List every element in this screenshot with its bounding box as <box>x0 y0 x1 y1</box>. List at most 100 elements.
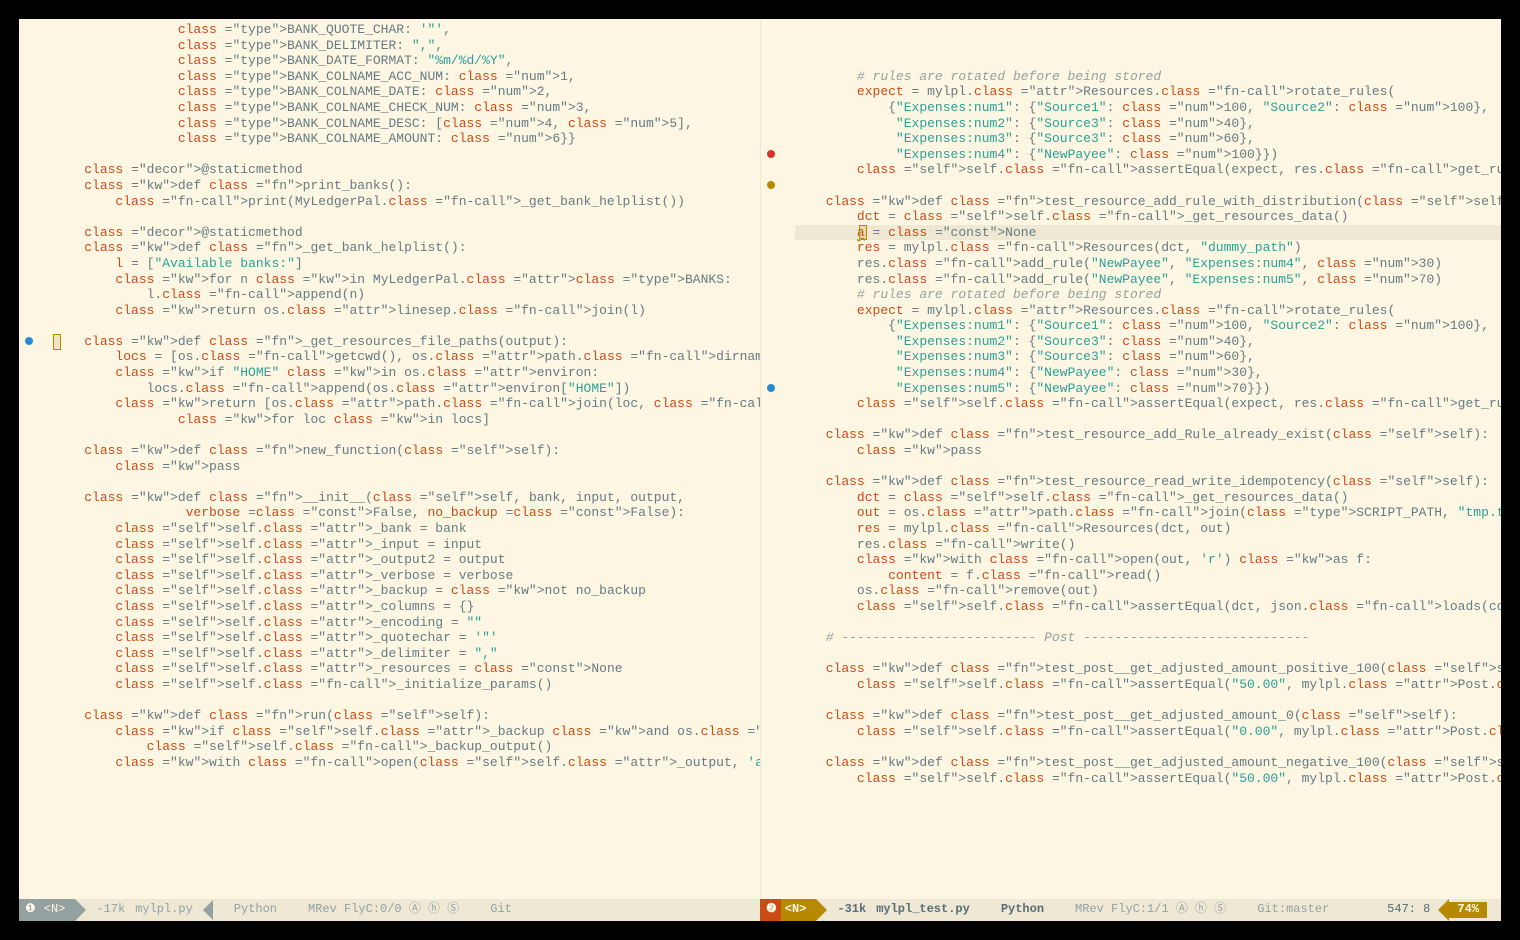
code-line[interactable]: class ="kw">def class ="fn">test_post__g… <box>795 708 1502 724</box>
code-line[interactable]: class ="kw">def class ="fn">__init__(cla… <box>53 490 760 506</box>
gutter-marker-icon[interactable] <box>25 337 33 345</box>
code-line[interactable]: class ="self">self.class ="fn-call">asse… <box>795 771 1502 787</box>
code-line[interactable]: class ="kw">def class ="fn">test_resourc… <box>795 427 1502 443</box>
vcs-indicator[interactable]: Git <box>480 899 522 921</box>
code-line[interactable]: l = ["Available banks:"] <box>53 256 760 272</box>
code-line[interactable]: "Expenses:num4": {"NewPayee": class ="nu… <box>795 365 1502 381</box>
gutter-marker-icon[interactable] <box>767 181 775 189</box>
code-line[interactable]: class ="kw">pass <box>53 459 760 475</box>
code-line[interactable]: dct = class ="self">self.class ="fn-call… <box>795 209 1502 225</box>
code-line[interactable]: class ="type">BANK_COLNAME_CHECK_NUM: cl… <box>53 100 760 116</box>
code-line[interactable] <box>53 147 760 163</box>
code-line[interactable]: class ="self">self.class ="attr">_encodi… <box>53 615 760 631</box>
code-line[interactable]: "Expenses:num3": {"Source3": class ="num… <box>795 349 1502 365</box>
code-line[interactable]: class ="type">BANK_COLNAME_DATE: class =… <box>53 84 760 100</box>
code-line[interactable]: # rules are rotated before being stored <box>795 287 1502 303</box>
code-line[interactable]: class ="kw">def class ="fn">test_resourc… <box>795 474 1502 490</box>
code-line[interactable]: class ="kw">def class ="fn">test_resourc… <box>795 194 1502 210</box>
code-line[interactable]: class ="type">BANK_COLNAME_DESC: [class … <box>53 116 760 132</box>
code-line[interactable]: class ="type">BANK_DATE_FORMAT: "%m/%d/%… <box>53 53 760 69</box>
code-line[interactable]: l.class ="fn-call">append(n) <box>53 287 760 303</box>
code-line[interactable]: class ="kw">if "HOME" class ="kw">in os.… <box>53 365 760 381</box>
code-line[interactable]: class ="self">self.class ="attr">_verbos… <box>53 568 760 584</box>
code-line[interactable]: class ="type">BANK_COLNAME_ACC_NUM: clas… <box>53 69 760 85</box>
code-line[interactable]: res = mylpl.class ="fn-call">Resources(d… <box>795 521 1502 537</box>
code-line[interactable]: # ------------------------- Post -------… <box>795 630 1502 646</box>
right-pane[interactable]: # rules are rotated before being stored … <box>760 19 1502 899</box>
code-line[interactable]: "Expenses:num4": {"NewPayee": class ="nu… <box>795 147 1502 163</box>
code-line[interactable]: class ="self">self.class ="attr">_backup… <box>53 583 760 599</box>
left-modeline[interactable]: ❶ <N> - 17k mylpl.py Python MRev FlyC:0/… <box>19 899 760 921</box>
code-line[interactable]: class ="kw">def class ="fn">new_function… <box>53 443 760 459</box>
code-line[interactable] <box>795 412 1502 428</box>
right-gutter[interactable] <box>761 19 795 899</box>
code-line[interactable]: res.class ="fn-call">write() <box>795 537 1502 553</box>
code-line[interactable]: "Expenses:num2": {"Source3": class ="num… <box>795 116 1502 132</box>
code-line[interactable]: class ="decor">@staticmethod <box>53 225 760 241</box>
minor-modes[interactable]: MRev FlyC:1/1 Ⓐ ⓗ Ⓢ <box>1065 899 1236 921</box>
left-code-area[interactable]: class ="type">BANK_QUOTE_CHAR: '"', clas… <box>53 19 760 899</box>
major-mode[interactable]: Python <box>224 899 287 921</box>
code-line[interactable] <box>795 178 1502 194</box>
code-line[interactable]: {"Expenses:num1": {"Source1": class ="nu… <box>795 100 1502 116</box>
buffer-name[interactable]: mylpl.py <box>135 899 203 921</box>
code-line[interactable] <box>795 693 1502 709</box>
code-line[interactable]: class ="kw">def class ="fn">run(class ="… <box>53 708 760 724</box>
code-line[interactable]: class ="self">self.class ="attr">_delimi… <box>53 646 760 662</box>
code-line[interactable]: res = mylpl.class ="fn-call">Resources(d… <box>795 240 1502 256</box>
code-line[interactable]: res.class ="fn-call">add_rule("NewPayee"… <box>795 256 1502 272</box>
code-line[interactable]: class ="kw">pass <box>795 443 1502 459</box>
right-code-area[interactable]: # rules are rotated before being stored … <box>795 19 1502 899</box>
code-line[interactable]: os.class ="fn-call">remove(out) <box>795 583 1502 599</box>
code-line[interactable]: class ="kw">return os.class ="attr">line… <box>53 303 760 319</box>
code-line[interactable]: out = os.class ="attr">path.class ="fn-c… <box>795 505 1502 521</box>
code-line[interactable] <box>795 646 1502 662</box>
code-line[interactable] <box>53 474 760 490</box>
code-line[interactable]: class ="kw">def class ="fn">_get_bank_he… <box>53 240 760 256</box>
code-line[interactable]: locs = [os.class ="fn-call">getcwd(), os… <box>53 349 760 365</box>
code-line[interactable]: class ="kw">def class ="fn">print_banks(… <box>53 178 760 194</box>
code-line[interactable]: dct = class ="self">self.class ="fn-call… <box>795 490 1502 506</box>
code-line[interactable]: class ="self">self.class ="attr">_column… <box>53 599 760 615</box>
code-line[interactable] <box>53 693 760 709</box>
code-line[interactable]: class ="kw">def class ="fn">_get_resourc… <box>53 334 760 350</box>
code-line[interactable]: content = f.class ="fn-call">read() <box>795 568 1502 584</box>
code-line[interactable]: "Expenses:num5": {"NewPayee": class ="nu… <box>795 381 1502 397</box>
code-line[interactable]: "Expenses:num2": {"Source3": class ="num… <box>795 334 1502 350</box>
code-line[interactable]: expect = mylpl.class ="attr">Resources.c… <box>795 303 1502 319</box>
code-line[interactable] <box>795 459 1502 475</box>
code-line[interactable]: class ="kw">if class ="self">self.class … <box>53 724 760 740</box>
code-line[interactable]: class ="fn-call">print(MyLedgerPal.class… <box>53 194 760 210</box>
code-line[interactable]: class ="kw">for loc class ="kw">in locs] <box>53 412 760 428</box>
code-line[interactable]: class ="self">self.class ="fn-call">asse… <box>795 162 1502 178</box>
code-line[interactable]: class ="self">self.class ="fn-call">asse… <box>795 396 1502 412</box>
code-line[interactable]: class ="type">BANK_QUOTE_CHAR: '"', <box>53 22 760 38</box>
code-line[interactable]: class ="kw">for n class ="kw">in MyLedge… <box>53 272 760 288</box>
buffer-name[interactable]: mylpl_test.py <box>876 899 980 921</box>
vcs-indicator[interactable]: Git:master <box>1247 899 1339 921</box>
code-line[interactable]: class ="self">self.class ="attr">_quotec… <box>53 630 760 646</box>
code-line[interactable] <box>53 427 760 443</box>
code-line[interactable]: class ="kw">return [os.class ="attr">pat… <box>53 396 760 412</box>
code-line[interactable] <box>795 739 1502 755</box>
minor-modes[interactable]: MRev FlyC:0/0 Ⓐ ⓗ Ⓢ <box>298 899 469 921</box>
code-line[interactable] <box>795 615 1502 631</box>
left-gutter[interactable] <box>19 19 53 899</box>
code-line[interactable]: "Expenses:num3": {"Source3": class ="num… <box>795 131 1502 147</box>
left-pane[interactable]: class ="type">BANK_QUOTE_CHAR: '"', clas… <box>19 19 760 899</box>
code-line[interactable]: {"Expenses:num1": {"Source1": class ="nu… <box>795 318 1502 334</box>
code-line[interactable]: verbose =class ="const">False, no_backup… <box>53 505 760 521</box>
gutter-marker-icon[interactable] <box>767 150 775 158</box>
code-line[interactable]: class ="kw">def class ="fn">test_post__g… <box>795 661 1502 677</box>
code-line[interactable] <box>53 209 760 225</box>
code-line[interactable]: class ="decor">@staticmethod <box>53 162 760 178</box>
code-line[interactable]: class ="self">self.class ="fn-call">asse… <box>795 724 1502 740</box>
code-line[interactable] <box>53 318 760 334</box>
code-line[interactable]: class ="self">self.class ="attr">_bank =… <box>53 521 760 537</box>
code-line[interactable]: class ="kw">with class ="fn-call">open(o… <box>795 552 1502 568</box>
code-line[interactable]: class ="self">self.class ="fn-call">asse… <box>795 677 1502 693</box>
right-modeline[interactable]: ❷ <N> - 31k mylpl_test.py Python MRev Fl… <box>760 899 1501 921</box>
gutter-marker-icon[interactable] <box>767 384 775 392</box>
major-mode[interactable]: Python <box>991 899 1054 921</box>
code-line[interactable]: class ="self">self.class ="attr">_input … <box>53 537 760 553</box>
